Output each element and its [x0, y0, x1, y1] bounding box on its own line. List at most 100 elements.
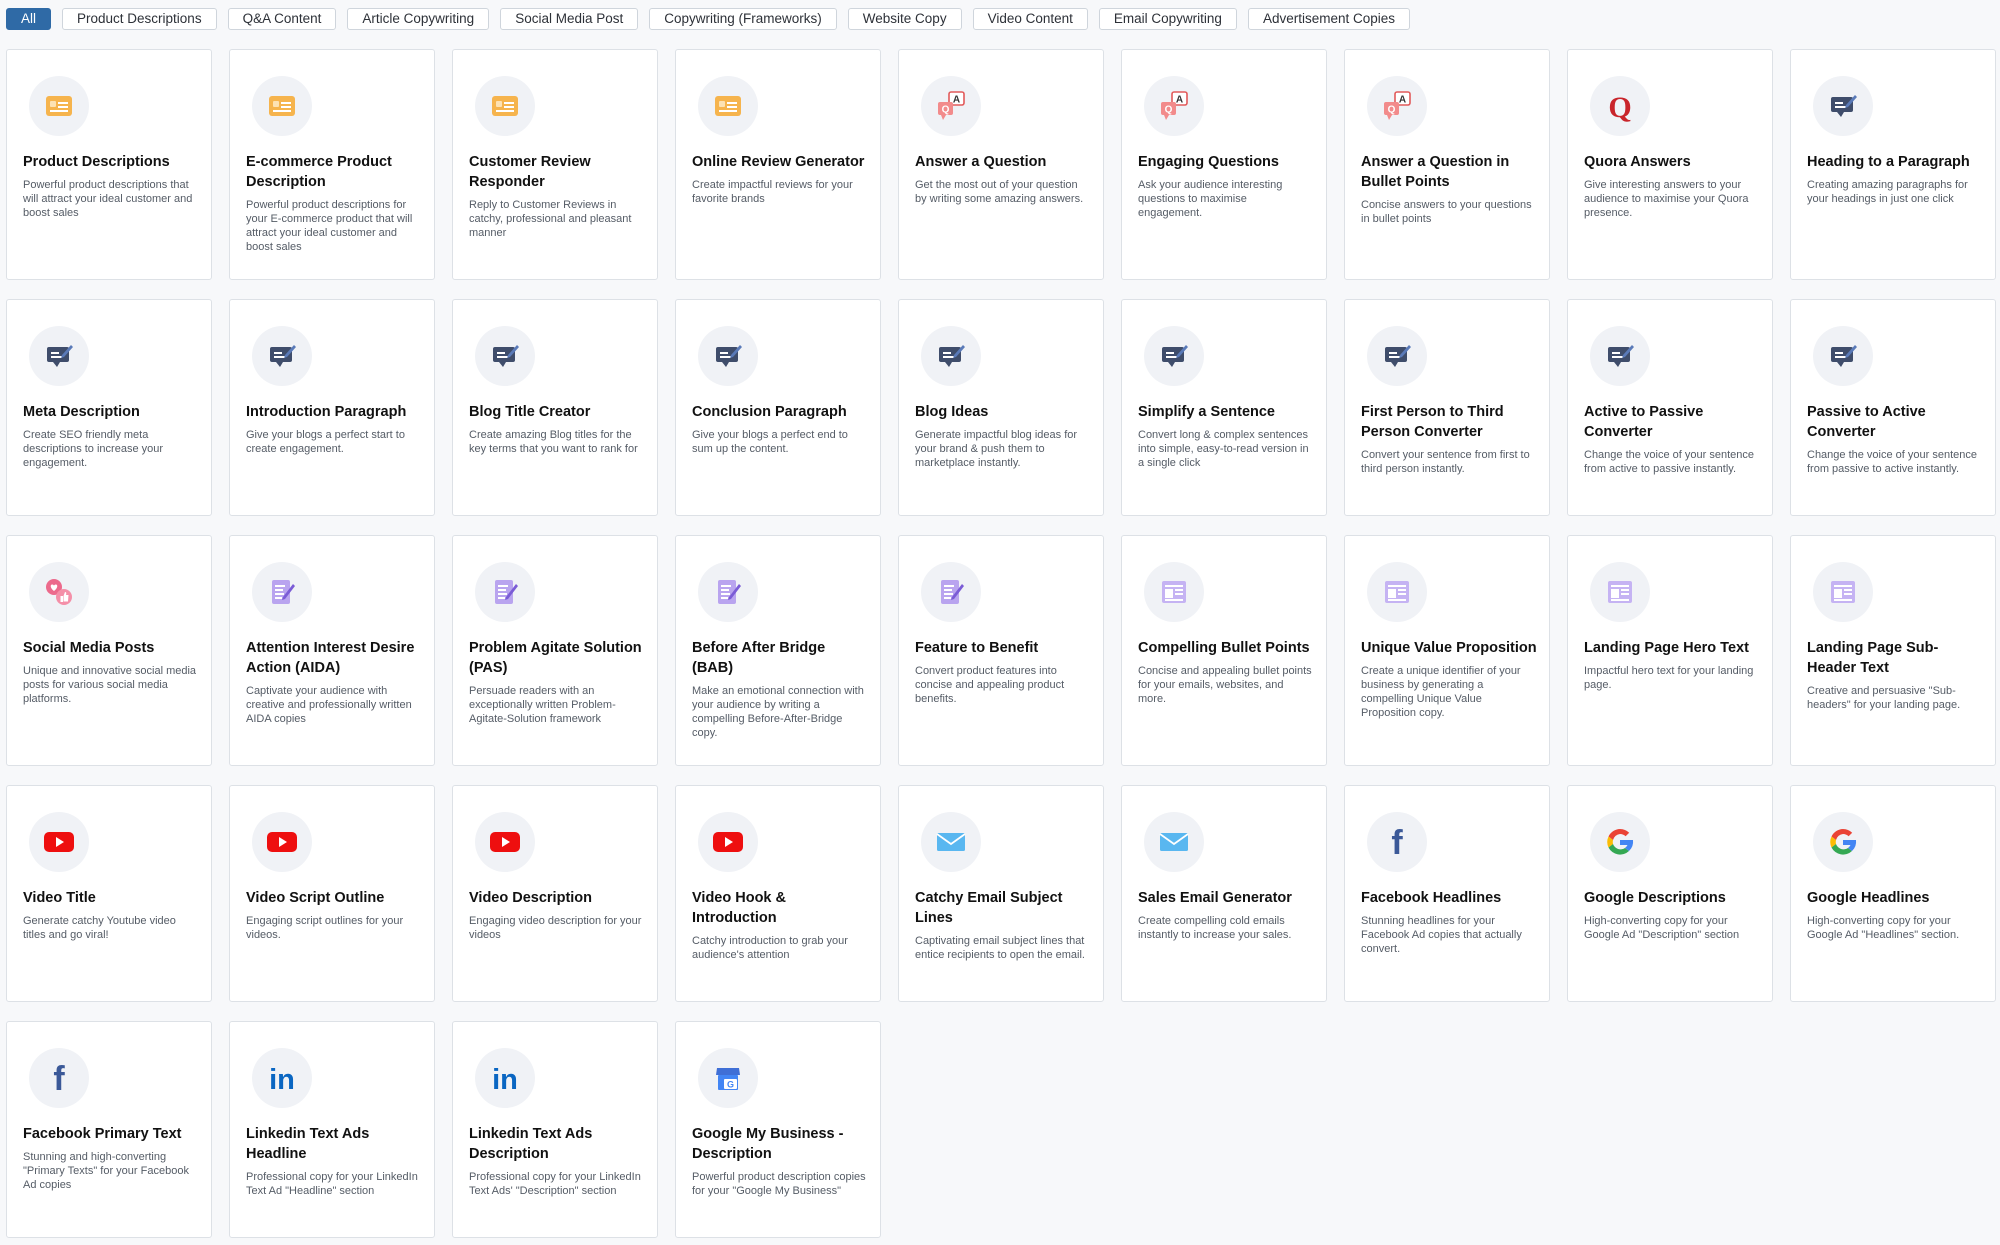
template-card-blog-ideas[interactable]: Blog Ideas Generate impactful blog ideas … — [898, 299, 1104, 516]
template-card-video-title[interactable]: Video Title Generate catchy Youtube video… — [6, 785, 212, 1002]
filter-chip-copywriting-frameworks[interactable]: Copywriting (Frameworks) — [649, 8, 837, 30]
card-title: Quora Answers Give interesting answers to… — [1584, 152, 1760, 220]
framework-icon — [475, 562, 535, 622]
template-card-customer-review-responder[interactable]: Customer Review Responder Reply to Custom… — [452, 49, 658, 280]
card-title: Video Script Outline Engaging script outl… — [246, 888, 422, 942]
svg-text:Q: Q — [1165, 105, 1173, 116]
template-card-active-to-passive-converter[interactable]: Active to Passive Converter Change the vo… — [1567, 299, 1773, 516]
template-card-video-hook-and-introduction[interactable]: Video Hook & Introduction Catchy introduc… — [675, 785, 881, 1002]
template-card-passive-to-active-converter[interactable]: Passive to Active Converter Change the vo… — [1790, 299, 1996, 516]
template-card-sales-email-generator[interactable]: Sales Email Generator Create compelling c… — [1121, 785, 1327, 1002]
template-card-unique-value-proposition[interactable]: Unique Value Proposition Create a unique … — [1344, 535, 1550, 766]
template-card-problem-agitate-solution-pas[interactable]: Problem Agitate Solution (PAS) Persuade r… — [452, 535, 658, 766]
card-title: E-commerce Product Description Powerful p… — [246, 152, 422, 254]
card-title-text: Before After Bridge (BAB) — [692, 640, 826, 676]
template-card-blog-title-creator[interactable]: Blog Title Creator Create amazing Blog ti… — [452, 299, 658, 516]
template-card-landing-page-hero-text[interactable]: Landing Page Hero Text Impactful hero tex… — [1567, 535, 1773, 766]
card-title-text: Video Description — [469, 890, 593, 906]
product-icon — [252, 76, 312, 136]
card-description: Unique and innovative social media posts… — [23, 665, 197, 705]
card-description: Change the voice of your sentence from a… — [1584, 449, 1755, 475]
template-card-video-description[interactable]: Video Description Engaging video descript… — [452, 785, 658, 1002]
card-title: Catchy Email Subject Lines Captivating em… — [915, 888, 1091, 962]
card-title: Before After Bridge (BAB) Make an emotion… — [692, 638, 868, 740]
card-description: Reply to Customer Reviews in catchy, pro… — [469, 199, 632, 239]
template-card-answer-a-question-in-bullet-points[interactable]: A Q Answer a Question in Bullet Points Conc… — [1344, 49, 1550, 280]
template-card-video-script-outline[interactable]: Video Script Outline Engaging script outl… — [229, 785, 435, 1002]
filter-chip-video-content[interactable]: Video Content — [972, 8, 1088, 30]
template-card-quora-answers[interactable]: Q Quora Answers Give interesting answers t… — [1567, 49, 1773, 280]
card-title-text: Google Headlines — [1807, 890, 1930, 906]
card-title: Facebook Headlines Stunning headlines for… — [1361, 888, 1537, 956]
card-title-text: Answer a Question — [915, 154, 1047, 170]
filter-chip-advertisement-copies[interactable]: Advertisement Copies — [1247, 8, 1411, 30]
template-card-google-my-business-description[interactable]: G Google My Business - Description Powerfu… — [675, 1021, 881, 1238]
card-title-text: Introduction Paragraph — [246, 404, 407, 420]
template-card-landing-page-sub-header-text[interactable]: Landing Page Sub-Header Text Creative and… — [1790, 535, 1996, 766]
template-card-linkedin-text-ads-description[interactable]: in Linkedin Text Ads Description Professio… — [452, 1021, 658, 1238]
card-title-text: Landing Page Hero Text — [1584, 640, 1749, 656]
template-card-introduction-paragraph[interactable]: Introduction Paragraph Give your blogs a … — [229, 299, 435, 516]
article-icon — [1813, 76, 1873, 136]
google-icon — [1590, 812, 1650, 872]
template-card-e-commerce-product-description[interactable]: E-commerce Product Description Powerful p… — [229, 49, 435, 280]
card-title: Online Review Generator Create impactful … — [692, 152, 868, 206]
filter-chip-article-copywriting[interactable]: Article Copywriting — [347, 8, 490, 30]
svg-text:Q: Q — [1388, 105, 1396, 116]
card-title-text: Compelling Bullet Points — [1138, 640, 1310, 656]
template-card-facebook-primary-text[interactable]: f Facebook Primary Text Stunning and high-… — [6, 1021, 212, 1238]
card-title-text: E-commerce Product Description — [246, 154, 392, 190]
filter-chip-all[interactable]: All — [6, 8, 52, 30]
template-card-product-descriptions[interactable]: Product Descriptions Powerful product des… — [6, 49, 212, 280]
template-card-answer-a-question[interactable]: A Q Answer a Question Get the most out of y… — [898, 49, 1104, 280]
template-card-meta-description[interactable]: Meta Description Create SEO friendly meta… — [6, 299, 212, 516]
filter-chip-qanda-content[interactable]: Q&A Content — [227, 8, 337, 30]
card-title: Conclusion Paragraph Give your blogs a pe… — [692, 402, 868, 456]
card-description: Concise answers to your questions in bul… — [1361, 199, 1532, 225]
card-title: Blog Title Creator Create amazing Blog ti… — [469, 402, 645, 456]
template-card-heading-to-a-paragraph[interactable]: Heading to a Paragraph Creating amazing p… — [1790, 49, 1996, 280]
card-description: Create compelling cold emails instantly … — [1138, 915, 1292, 941]
svg-text:A: A — [953, 95, 960, 106]
filter-chip-email-copywriting[interactable]: Email Copywriting — [1098, 8, 1237, 30]
article-icon — [1367, 326, 1427, 386]
template-card-linkedin-text-ads-headline[interactable]: in Linkedin Text Ads Headline Professional… — [229, 1021, 435, 1238]
card-description: Create impactful reviews for your favori… — [692, 179, 853, 205]
card-description: Convert your sentence from first to thir… — [1361, 449, 1530, 475]
quora-icon: Q — [1590, 76, 1650, 136]
card-title: Landing Page Sub-Header Text Creative and… — [1807, 638, 1983, 712]
template-card-feature-to-benefit[interactable]: Feature to Benefit Convert product featur… — [898, 535, 1104, 766]
template-card-google-headlines[interactable]: Google Headlines High-converting copy for… — [1790, 785, 1996, 1002]
card-description: Give interesting answers to your audienc… — [1584, 179, 1749, 219]
card-title: Google Descriptions High-converting copy … — [1584, 888, 1760, 942]
template-card-attention-interest-desire-action-aida[interactable]: Attention Interest Desire Action (AIDA) C… — [229, 535, 435, 766]
template-card-engaging-questions[interactable]: A Q Engaging Questions Ask your audience in… — [1121, 49, 1327, 280]
template-card-before-after-bridge-bab[interactable]: Before After Bridge (BAB) Make an emotion… — [675, 535, 881, 766]
template-card-simplify-a-sentence[interactable]: Simplify a Sentence Convert long & comple… — [1121, 299, 1327, 516]
website-icon — [1813, 562, 1873, 622]
template-card-facebook-headlines[interactable]: f Facebook Headlines Stunning headlines fo… — [1344, 785, 1550, 1002]
template-card-catchy-email-subject-lines[interactable]: Catchy Email Subject Lines Captivating em… — [898, 785, 1104, 1002]
card-title: Customer Review Responder Reply to Custom… — [469, 152, 645, 240]
card-title-text: Meta Description — [23, 404, 140, 420]
template-card-compelling-bullet-points[interactable]: Compelling Bullet Points Concise and appe… — [1121, 535, 1327, 766]
qa-icon: AQ — [1367, 76, 1427, 136]
template-card-google-descriptions[interactable]: Google Descriptions High-converting copy … — [1567, 785, 1773, 1002]
template-card-first-person-to-third-person-converter[interactable]: First Person to Third Person Converter Co… — [1344, 299, 1550, 516]
card-description: Stunning and high-converting "Primary Te… — [23, 1151, 189, 1191]
template-card-online-review-generator[interactable]: Online Review Generator Create impactful … — [675, 49, 881, 280]
google-icon — [1813, 812, 1873, 872]
card-title-text: Blog Title Creator — [469, 404, 591, 420]
filter-chip-social-media-post[interactable]: Social Media Post — [500, 8, 639, 30]
template-card-conclusion-paragraph[interactable]: Conclusion Paragraph Give your blogs a pe… — [675, 299, 881, 516]
card-description: Captivate your audience with creative an… — [246, 685, 412, 725]
filter-chip-product-descriptions[interactable]: Product Descriptions — [62, 8, 217, 30]
card-title-text: Customer Review Responder — [469, 154, 591, 190]
template-card-social-media-posts[interactable]: Social Media Posts Unique and innovative … — [6, 535, 212, 766]
card-title-text: Simplify a Sentence — [1138, 404, 1275, 420]
website-icon — [1367, 562, 1427, 622]
framework-icon — [921, 562, 981, 622]
card-title: Linkedin Text Ads Description Professiona… — [469, 1124, 645, 1198]
card-title: Video Description Engaging video descript… — [469, 888, 645, 942]
filter-chip-website-copy[interactable]: Website Copy — [847, 8, 962, 30]
